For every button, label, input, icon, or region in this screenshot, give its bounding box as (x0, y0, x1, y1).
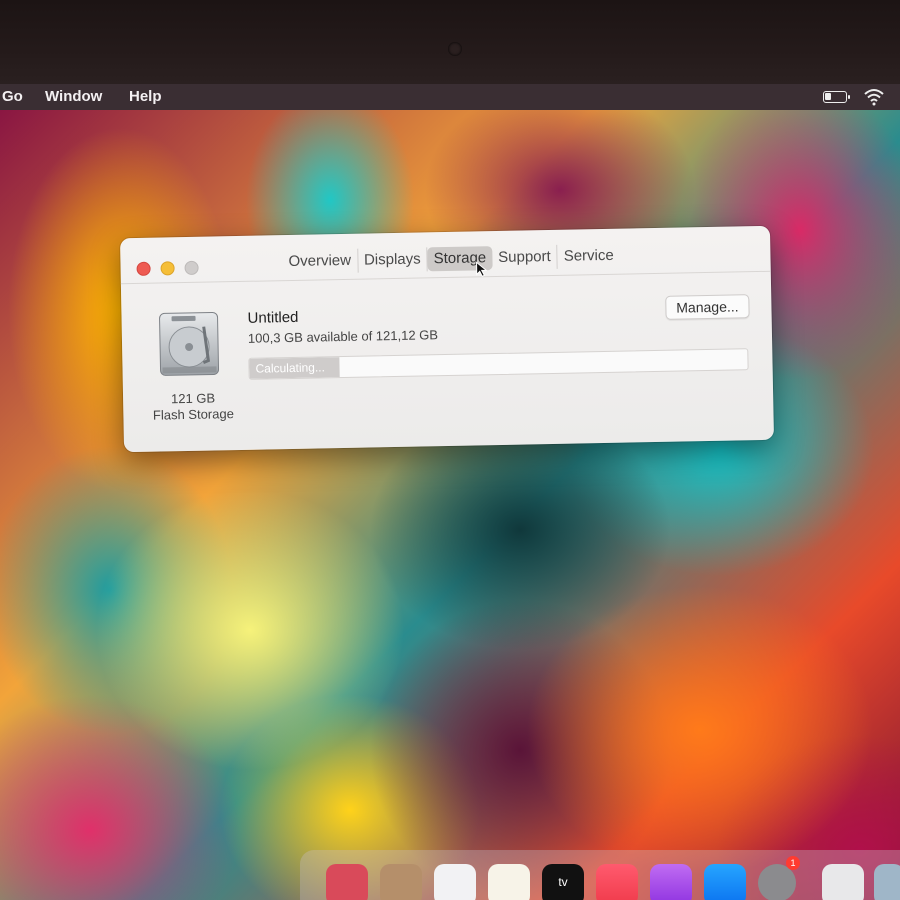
tv-app-label: tv (558, 875, 568, 889)
hard-drive-icon (159, 311, 220, 376)
music-app-icon[interactable] (596, 864, 638, 900)
tab-bar: Overview Displays Storage Support Servic… (282, 243, 620, 275)
dock-app-icon[interactable] (326, 864, 368, 900)
dock-app-icon[interactable] (488, 864, 530, 900)
dock-app-icon[interactable] (380, 864, 422, 900)
menu-go[interactable]: Go (2, 88, 23, 105)
dock-app-icon[interactable] (822, 864, 864, 900)
notification-badge: 1 (786, 856, 800, 870)
wifi-icon[interactable] (864, 88, 884, 106)
disk-capacity: 121 GB (170, 390, 216, 407)
tab-displays[interactable]: Displays (357, 247, 428, 273)
screen-bezel (0, 0, 900, 84)
tab-overview[interactable]: Overview (282, 248, 359, 275)
manage-button[interactable]: Manage... (665, 294, 750, 320)
zoom-button (184, 260, 199, 276)
camera (448, 42, 462, 56)
storage-usage-bar: Calculating... (248, 348, 749, 380)
storage-panel: 121 GB Flash Storage Untitled 100,3 GB a… (121, 272, 774, 452)
tab-support[interactable]: Support (491, 244, 558, 271)
app-store-icon[interactable] (704, 864, 746, 900)
close-button[interactable] (136, 261, 151, 276)
tv-app-icon[interactable]: tv (542, 864, 584, 900)
menu-help[interactable]: Help (129, 88, 162, 105)
menu-bar: Go Window Help (0, 84, 900, 110)
dock-app-icon[interactable] (434, 864, 476, 900)
battery-icon[interactable] (823, 91, 850, 103)
disk-type: Flash Storage (152, 406, 235, 423)
mouse-pointer-icon (476, 261, 488, 277)
dock: tv 1 (300, 850, 900, 900)
storage-calculating-label: Calculating... (255, 360, 326, 376)
menu-window[interactable]: Window (45, 88, 102, 105)
disk-name: Untitled (247, 308, 299, 327)
disk-capacity-label: 121 GB Flash Storage (143, 390, 244, 424)
about-this-mac-window: Overview Displays Storage Support Servic… (120, 225, 774, 453)
minimize-button[interactable] (160, 261, 175, 276)
podcasts-app-icon[interactable] (650, 864, 692, 900)
disk-availability: 100,3 GB available of 121,12 GB (247, 327, 439, 346)
tab-service[interactable]: Service (558, 244, 620, 269)
dock-app-icon[interactable] (874, 864, 900, 900)
